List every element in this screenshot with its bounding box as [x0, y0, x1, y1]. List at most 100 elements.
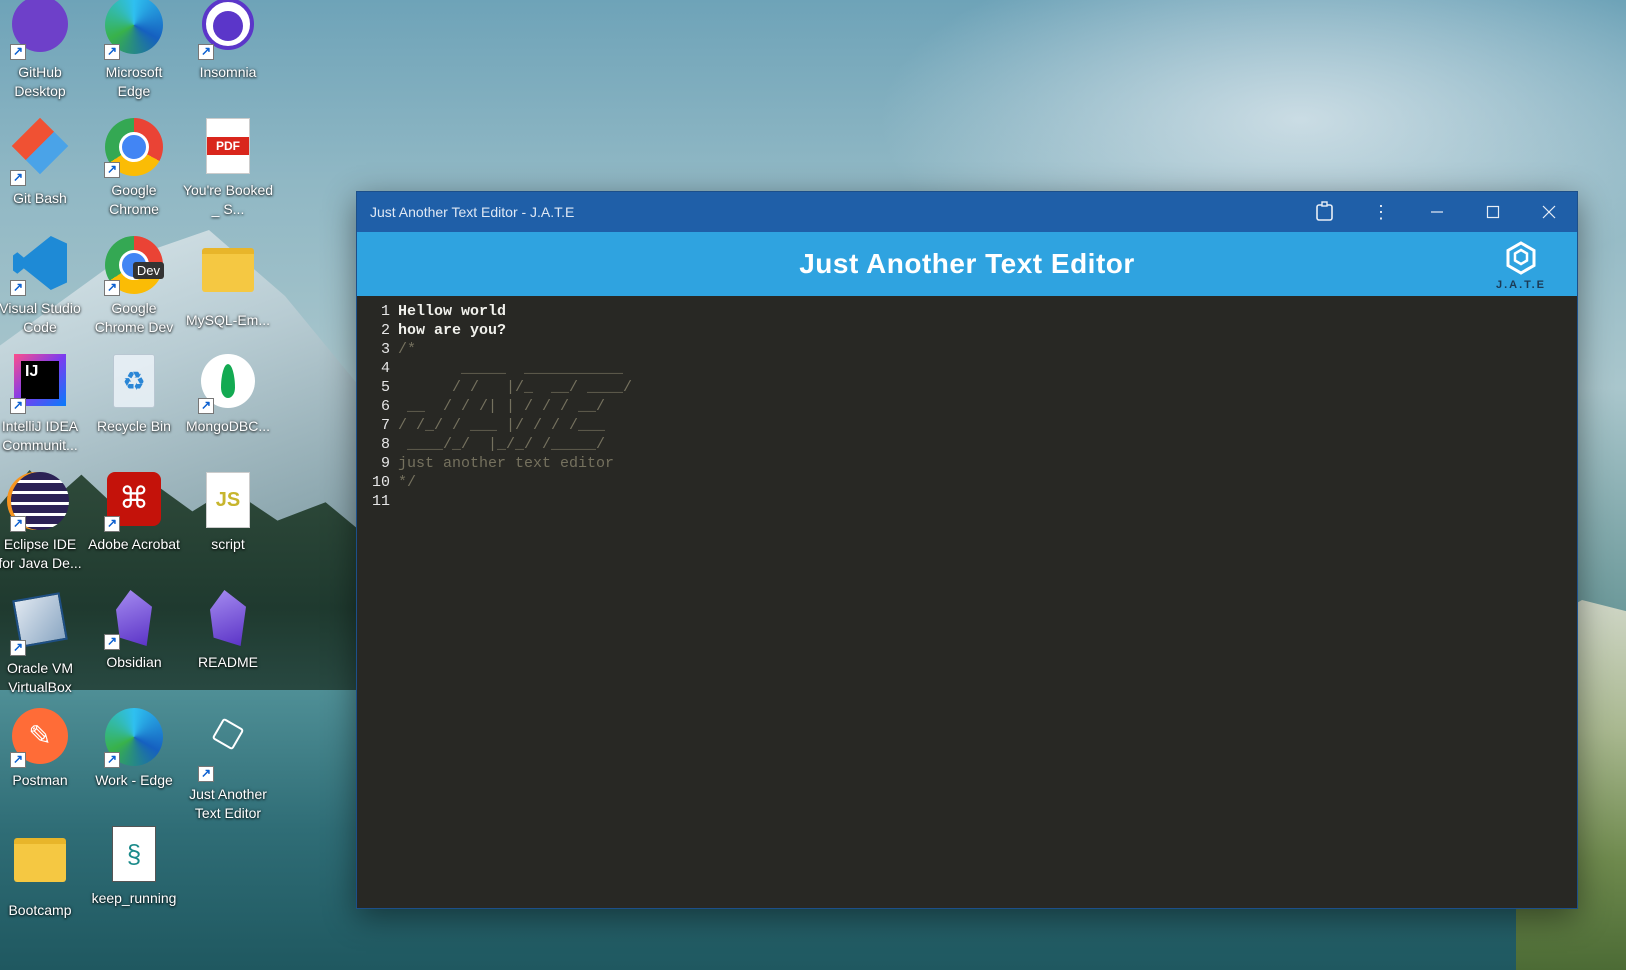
line-text: how are you? — [398, 322, 507, 339]
desktop-icon-keep-running[interactable]: § keep_running — [88, 826, 180, 908]
editor-line[interactable]: 7 / /_/ / ___ |/ / / /___ — [357, 416, 1577, 435]
window-titlebar[interactable]: Just Another Text Editor - J.A.T.E ⋮ — [357, 192, 1577, 232]
desktop-icon-intellij[interactable]: IJ ↗ IntelliJ IDEA Communit... — [0, 354, 86, 455]
line-number: 7 — [380, 417, 390, 434]
icon-label: Adobe Acrobat — [88, 536, 180, 552]
desktop-icon-mysql-folder[interactable]: MySQL-Em... — [182, 236, 274, 330]
desktop-icon-readme[interactable]: README — [182, 590, 274, 672]
icon-label: Oracle VM VirtualBox — [6, 660, 74, 695]
desktop-icon-script[interactable]: JS script — [182, 472, 274, 554]
desktop-icon-github-desktop[interactable]: ↗ GitHub Desktop — [0, 0, 86, 101]
icon-label: MongoDBC... — [185, 418, 271, 434]
desktop-icon-vscode[interactable]: ↗ Visual Studio Code — [0, 236, 86, 337]
line-text: */ — [398, 474, 417, 491]
line-text: ____/_/ |_/_/ /_____/ — [398, 436, 606, 453]
line-number: 11 — [371, 493, 390, 510]
icon-label: Google Chrome Dev — [94, 300, 174, 335]
js-badge: JS — [206, 472, 250, 528]
desktop-icon-recycle-bin[interactable]: ♻ Recycle Bin — [88, 354, 180, 436]
line-text: Hellow world — [398, 303, 507, 320]
desktop-icon-git-bash[interactable]: ↗ Git Bash — [0, 117, 86, 208]
editor-line[interactable]: 4 _____ ___________ — [357, 359, 1577, 378]
acrobat-icon: ⌘ ↗ — [104, 472, 164, 532]
line-number: 5 — [380, 379, 390, 396]
line-text: / / |/_ __/ ____/ — [398, 379, 633, 396]
editor-line[interactable]: 9 just another text editor — [357, 454, 1577, 473]
folder-icon — [198, 248, 258, 308]
recycle-bin-icon: ♻ — [104, 354, 164, 414]
desktop-icon-microsoft-edge[interactable]: ↗ Microsoft Edge — [88, 0, 180, 101]
chrome-icon: ↗ — [104, 118, 164, 178]
line-text: / /_/ / ___ |/ / / /___ — [398, 417, 606, 434]
desktop-icon-adobe-acrobat[interactable]: ⌘ ↗ Adobe Acrobat — [88, 472, 180, 554]
desktop-icon-virtualbox[interactable]: ↗ Oracle VM VirtualBox — [0, 590, 86, 697]
line-number: 6 — [380, 398, 390, 415]
minimize-icon[interactable] — [1409, 192, 1465, 232]
maximize-icon[interactable] — [1465, 192, 1521, 232]
desktop-icon-obsidian[interactable]: ↗ Obsidian — [88, 590, 180, 672]
jate-logo: J.A.T.E — [1495, 240, 1547, 291]
desktop-icon-jate[interactable]: ↗ Just Another Text Editor — [182, 708, 274, 823]
desktop-icon-work-edge[interactable]: ↗ Work - Edge — [88, 708, 180, 790]
editor-line[interactable]: 6 __ / / /| | / / / __/ — [357, 397, 1577, 416]
pdf-badge: PDF — [207, 137, 249, 155]
obsidian-file-icon — [198, 590, 258, 650]
dev-badge: Dev — [132, 262, 164, 279]
editor-line[interactable]: 5 / / |/_ __/ ____/ — [357, 378, 1577, 397]
editor-line[interactable]: 11 — [357, 492, 1577, 511]
edge-icon: ↗ — [104, 0, 164, 60]
code-editor[interactable]: 1 Hellow world 2 how are you? 3 /* 4 _____ ___… — [357, 296, 1577, 511]
postman-icon: ✎ ↗ — [10, 708, 70, 768]
app-header: Just Another Text Editor J.A.T.E — [357, 232, 1577, 296]
desktop-icon-chrome-dev[interactable]: Dev ↗ Google Chrome Dev — [88, 236, 180, 337]
editor-line[interactable]: 1 Hellow world — [357, 302, 1577, 321]
desktop-icon-google-chrome[interactable]: ↗ Google Chrome — [88, 118, 180, 219]
icon-label: Microsoft Edge — [105, 64, 163, 99]
desktop-icon-pdf-file[interactable]: PDF You're Booked _ S... — [182, 118, 274, 219]
icon-label: Work - Edge — [95, 772, 173, 788]
desktop-icon-eclipse[interactable]: ↗ Eclipse IDE for Java De... — [0, 472, 86, 573]
extension-icon[interactable] — [1297, 192, 1353, 232]
icon-label: GitHub Desktop — [14, 64, 66, 99]
icon-label: Insomnia — [199, 64, 257, 80]
intellij-badge: IJ — [21, 361, 59, 399]
editor-line[interactable]: 10 */ — [357, 473, 1577, 492]
script-file-icon: § — [104, 826, 164, 886]
icon-label: Postman — [12, 772, 68, 788]
desktop-icon-mongodb-compass[interactable]: ↗ MongoDBC... — [182, 354, 274, 436]
window-title: Just Another Text Editor - J.A.T.E — [370, 204, 575, 220]
more-icon[interactable]: ⋮ — [1353, 192, 1409, 232]
vscode-icon: ↗ — [10, 236, 70, 296]
editor-line[interactable]: 8 ____/_/ |_/_/ /_____/ — [357, 435, 1577, 454]
github-desktop-icon: ↗ — [10, 0, 70, 60]
icon-label: Just Another Text Editor — [189, 786, 267, 821]
intellij-icon: IJ ↗ — [10, 354, 70, 414]
icon-label: script — [211, 536, 245, 552]
icon-label: Google Chrome — [109, 182, 159, 217]
icon-label: Recycle Bin — [97, 418, 171, 434]
desktop-icon-bootcamp[interactable]: Bootcamp — [0, 826, 86, 920]
desktop-icon-insomnia[interactable]: ↗ Insomnia — [182, 0, 274, 82]
icon-label: You're Booked _ S... — [182, 182, 274, 217]
close-icon[interactable] — [1521, 192, 1577, 232]
js-file-icon: JS — [198, 472, 258, 532]
icon-label: IntelliJ IDEA Communit... — [1, 418, 79, 453]
logo-text: J.A.T.E — [1495, 279, 1547, 291]
edge-work-icon: ↗ — [104, 708, 164, 768]
desktop-icon-postman[interactable]: ✎ ↗ Postman — [0, 708, 86, 790]
line-number: 10 — [371, 474, 390, 491]
editor-line[interactable]: 2 how are you? — [357, 321, 1577, 340]
editor-line[interactable]: 3 /* — [357, 340, 1577, 359]
line-number: 3 — [380, 341, 390, 358]
icon-label: README — [198, 654, 258, 670]
line-text: /* — [398, 341, 417, 358]
eclipse-icon: ↗ — [10, 472, 70, 532]
line-number: 8 — [380, 436, 390, 453]
line-text: _____ ___________ — [398, 360, 624, 377]
jate-icon: ↗ — [198, 717, 258, 782]
obsidian-icon: ↗ — [104, 590, 164, 650]
jate-logo-icon — [1506, 241, 1536, 275]
folder-icon — [10, 838, 70, 898]
pdf-file-icon: PDF — [198, 118, 258, 178]
chrome-dev-icon: Dev ↗ — [104, 236, 164, 296]
